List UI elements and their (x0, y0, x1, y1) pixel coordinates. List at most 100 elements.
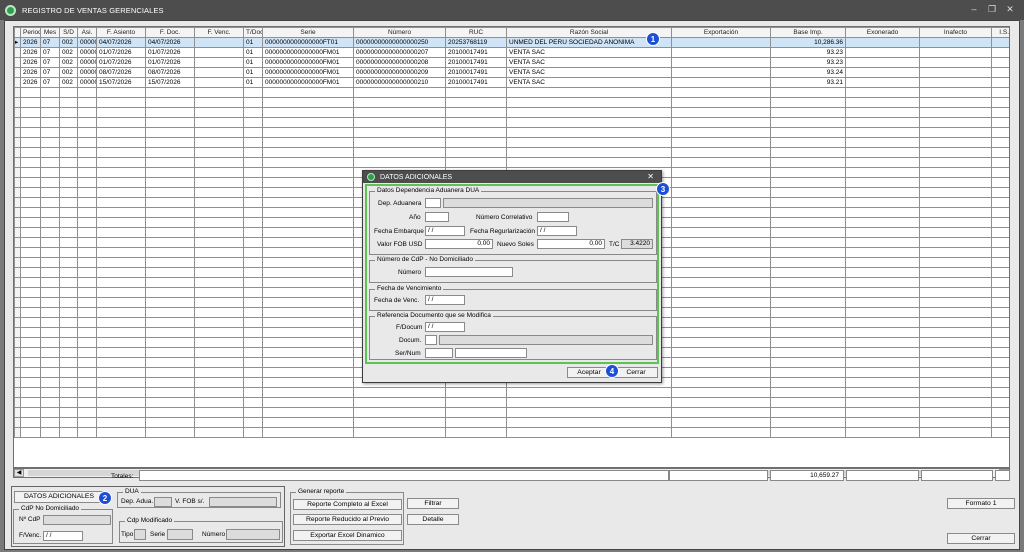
table-cell[interactable] (40, 317, 60, 328)
table-cell[interactable] (919, 157, 992, 168)
table-cell[interactable] (919, 357, 992, 368)
table-cell[interactable] (445, 127, 507, 138)
table-cell[interactable] (991, 157, 1009, 168)
table-cell[interactable] (40, 177, 60, 188)
table-cell[interactable] (194, 427, 244, 438)
table-cell[interactable] (671, 407, 771, 418)
table-cell[interactable] (919, 197, 992, 208)
table-cell[interactable] (20, 257, 41, 268)
table-cell[interactable] (671, 127, 771, 138)
column-header[interactable]: Serie (262, 27, 354, 38)
table-cell[interactable] (845, 57, 920, 68)
reporte-completo-button[interactable]: Reporte Completo al Excel (293, 499, 402, 510)
table-cell[interactable] (145, 217, 195, 228)
table-cell[interactable] (59, 137, 78, 148)
table-cell[interactable] (96, 427, 146, 438)
table-cell[interactable] (145, 407, 195, 418)
table-cell[interactable] (77, 177, 97, 188)
table-cell[interactable] (671, 57, 771, 68)
table-cell[interactable] (991, 97, 1009, 108)
table-cell[interactable] (59, 117, 78, 128)
table-cell[interactable] (77, 347, 97, 358)
table-cell[interactable] (845, 227, 920, 238)
table-cell[interactable]: 01/07/2026 (145, 57, 195, 68)
table-cell[interactable] (96, 87, 146, 98)
table-cell[interactable]: 00000 (77, 77, 97, 88)
table-cell[interactable] (96, 217, 146, 228)
table-cell[interactable] (262, 417, 354, 428)
table-cell[interactable] (770, 317, 846, 328)
table-cell[interactable] (59, 147, 78, 158)
table-cell[interactable] (262, 207, 354, 218)
table-cell[interactable] (262, 107, 354, 118)
table-cell[interactable] (845, 297, 920, 308)
table-cell[interactable] (845, 197, 920, 208)
table-cell[interactable] (194, 247, 244, 258)
table-cell[interactable] (991, 357, 1009, 368)
table-cell[interactable] (194, 67, 244, 78)
table-cell[interactable] (96, 237, 146, 248)
table-cell[interactable] (770, 187, 846, 198)
table-cell[interactable] (194, 207, 244, 218)
table-cell[interactable] (40, 277, 60, 288)
table-cell[interactable]: 01/07/2026 (145, 47, 195, 58)
nro-cdp-field[interactable] (43, 515, 111, 525)
table-cell[interactable] (770, 347, 846, 358)
table-cell[interactable] (845, 307, 920, 318)
table-cell[interactable] (845, 257, 920, 268)
table-cell[interactable] (77, 397, 97, 408)
table-cell[interactable] (194, 377, 244, 388)
table-cell[interactable] (919, 277, 992, 288)
table-cell[interactable] (262, 217, 354, 228)
cerrar-button[interactable]: Cerrar (947, 533, 1015, 544)
table-cell[interactable] (20, 347, 41, 358)
table-cell[interactable] (96, 377, 146, 388)
column-header[interactable]: Exportación (671, 27, 771, 38)
table-cell[interactable]: 0000000000000000FM01 (262, 77, 354, 88)
table-cell[interactable] (194, 287, 244, 298)
table-row[interactable] (14, 157, 1009, 168)
table-cell[interactable] (353, 387, 446, 398)
table-cell[interactable] (770, 197, 846, 208)
table-cell[interactable] (991, 67, 1009, 78)
table-cell[interactable] (77, 167, 97, 178)
table-cell[interactable] (59, 417, 78, 428)
table-cell[interactable] (59, 97, 78, 108)
table-cell[interactable] (20, 337, 41, 348)
table-cell[interactable] (919, 287, 992, 298)
table-cell[interactable] (145, 287, 195, 298)
table-cell[interactable] (194, 117, 244, 128)
table-cell[interactable] (845, 117, 920, 128)
table-cell[interactable] (845, 287, 920, 298)
table-cell[interactable] (77, 427, 97, 438)
table-cell[interactable] (770, 277, 846, 288)
table-cell[interactable] (20, 247, 41, 258)
table-cell[interactable] (262, 257, 354, 268)
table-cell[interactable] (506, 397, 672, 408)
table-cell[interactable] (991, 417, 1009, 428)
table-cell[interactable] (59, 367, 78, 378)
table-cell[interactable] (243, 397, 263, 408)
table-cell[interactable] (20, 417, 41, 428)
table-cell[interactable] (919, 67, 992, 78)
table-cell[interactable] (145, 227, 195, 238)
table-cell[interactable] (671, 67, 771, 78)
table-cell[interactable] (919, 167, 992, 178)
table-cell[interactable] (770, 227, 846, 238)
table-cell[interactable] (20, 267, 41, 278)
table-cell[interactable] (194, 47, 244, 58)
table-cell[interactable] (991, 187, 1009, 198)
table-cell[interactable] (991, 387, 1009, 398)
table-cell[interactable] (671, 77, 771, 88)
table-cell[interactable] (671, 387, 771, 398)
table-cell[interactable] (194, 337, 244, 348)
table-cell[interactable] (96, 417, 146, 428)
table-cell[interactable] (40, 227, 60, 238)
table-cell[interactable] (506, 427, 672, 438)
table-cell[interactable] (40, 167, 60, 178)
table-cell[interactable] (243, 297, 263, 308)
table-cell[interactable] (59, 337, 78, 348)
table-cell[interactable] (991, 277, 1009, 288)
table-cell[interactable] (919, 307, 992, 318)
table-cell[interactable] (845, 77, 920, 88)
